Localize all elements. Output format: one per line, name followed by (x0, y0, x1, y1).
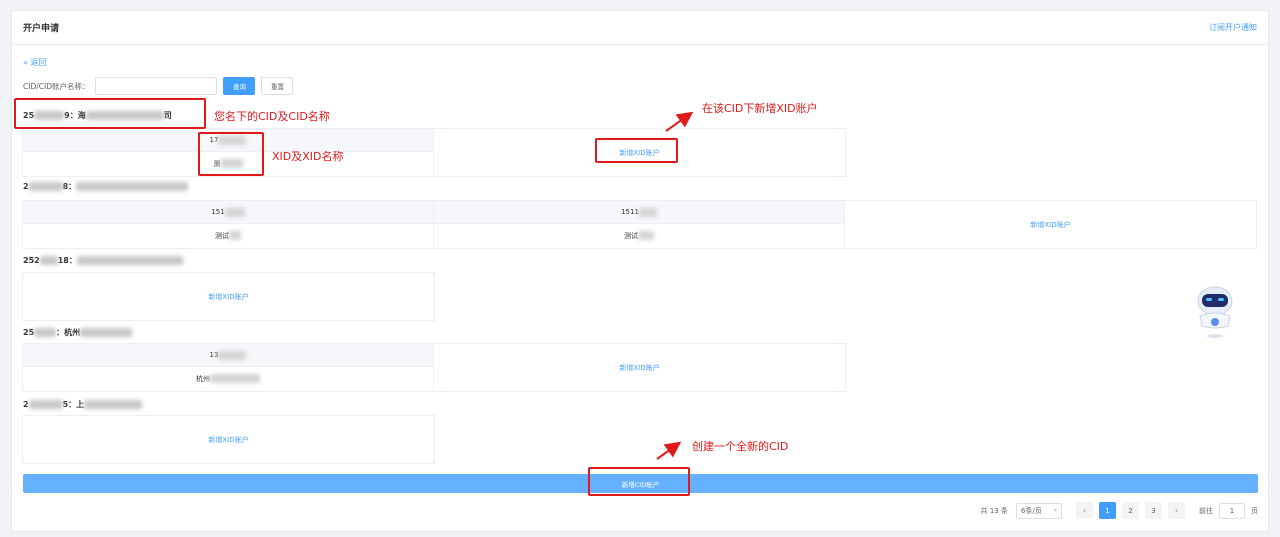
annotation-cid-note: 您名下的CID及CID名称 (214, 110, 330, 123)
page-3-button[interactable]: 3 (1145, 502, 1162, 519)
cid-header: 2 5：上 (23, 398, 143, 410)
reset-button[interactable]: 重置 (261, 77, 294, 95)
pagination-total: 共 13 条 (980, 506, 1008, 515)
add-xid-button[interactable]: 新增XID账户 (845, 201, 1256, 248)
subscribe-notification-link[interactable]: 订阅开户通知 (1209, 22, 1257, 33)
cid-name: 18： (57, 255, 77, 265)
xid-grid: 新增XID账户 (22, 415, 435, 464)
redacted-text (28, 399, 63, 409)
redacted-text (210, 374, 260, 383)
xid-name-text: 杭州 (196, 374, 210, 383)
xid-grid: 新增XID账户 (22, 272, 435, 321)
xid-name-text: 测试 (624, 231, 638, 240)
cid-name: 8： (62, 181, 77, 191)
goto-label: 前往 (1199, 506, 1213, 515)
chevron-down-icon: ▾ (1053, 507, 1057, 514)
xid-id: 1511 (434, 201, 844, 224)
redacted-text (76, 181, 189, 191)
annotation-add-xid-note: 在该CID下新增XID账户 (702, 102, 818, 115)
xid-name: 测试 (23, 224, 433, 247)
cid-header: 25 ：杭州 (23, 326, 133, 338)
redacted-text (224, 207, 245, 217)
search-row: CID/CID账户名称： 查询 重置 (23, 77, 294, 95)
cid-name: 5：上 (62, 399, 85, 409)
xid-id: 13 (23, 344, 433, 367)
add-xid-button[interactable]: 新增XID账户 (434, 344, 845, 391)
xid-cell: 13 杭州 (23, 344, 434, 391)
redacted-text (28, 181, 63, 191)
add-xid-button[interactable]: 新增XID账户 (23, 273, 434, 320)
cid-number: 252 (23, 255, 40, 265)
next-page-button[interactable]: › (1168, 502, 1185, 519)
page-size-select[interactable]: 6条/页 ▾ (1016, 502, 1062, 519)
cid-number: 25 (23, 327, 35, 337)
add-xid-button[interactable]: 新增XID账户 (23, 416, 434, 463)
annotation-xid-note: XID及XID名称 (272, 150, 344, 163)
redacted-text (218, 350, 247, 360)
annotation-add-cid-box (588, 467, 690, 496)
xid-name: 测试 (434, 224, 844, 247)
page-title: 开户申请 (23, 24, 60, 34)
xid-cell: 151 测试 (23, 201, 434, 248)
search-input[interactable] (95, 77, 218, 95)
xid-cell: 1511 测试 (434, 201, 845, 248)
panel-header: 开户申请 订阅开户通知 (12, 11, 1268, 45)
xid-grid: 17 测 新增XID账户 (22, 128, 846, 177)
redacted-text (84, 399, 143, 409)
xid-id-text: 1511 (621, 208, 639, 216)
search-label: CID/CID账户名称： (23, 81, 90, 91)
redacted-text (638, 207, 657, 217)
back-link[interactable]: « 返回 (23, 57, 46, 68)
xid-id: 151 (23, 201, 433, 224)
redacted-text (638, 231, 654, 240)
goto-page-input[interactable]: 1 (1219, 502, 1245, 519)
xid-grid: 13 杭州 新增XID账户 (22, 343, 846, 392)
annotation-add-xid-box (595, 138, 678, 163)
cid-number: 2 (23, 399, 29, 409)
redacted-text (76, 255, 183, 265)
page-1-button[interactable]: 1 (1099, 502, 1116, 519)
annotation-cid-box (14, 98, 206, 129)
page-size-value: 6条/页 (1021, 506, 1042, 515)
redacted-text (34, 327, 57, 337)
xid-id-text: 151 (211, 208, 225, 216)
xid-name: 杭州 (23, 367, 433, 390)
annotation-xid-box (198, 132, 264, 176)
cid-number: 2 (23, 181, 29, 191)
query-button[interactable]: 查询 (223, 77, 256, 95)
redacted-text (229, 231, 241, 240)
chevron-left-icon: ‹ (1082, 506, 1087, 515)
assistant-robot-icon[interactable] (1192, 284, 1238, 340)
redacted-text (80, 327, 133, 337)
xid-name-text: 测试 (215, 231, 229, 240)
prev-page-button[interactable]: ‹ (1076, 502, 1093, 519)
pagination: 共 13 条 6条/页 ▾ ‹ 1 2 3 › 前往 1 页 (981, 502, 1258, 519)
goto-suffix: 页 (1251, 506, 1258, 515)
cid-header: 252 18： (23, 254, 183, 266)
redacted-text (39, 255, 58, 265)
annotation-add-cid-note: 创建一个全新的CID (692, 440, 789, 453)
xid-grid: 151 测试 1511 测试 新增XID账户 (22, 200, 1257, 249)
cid-header: 2 8： (23, 180, 189, 192)
xid-id-text: 13 (209, 351, 219, 359)
cid-name: ：杭州 (56, 327, 81, 337)
chevron-right-icon: › (1174, 506, 1179, 515)
page-2-button[interactable]: 2 (1122, 502, 1139, 519)
